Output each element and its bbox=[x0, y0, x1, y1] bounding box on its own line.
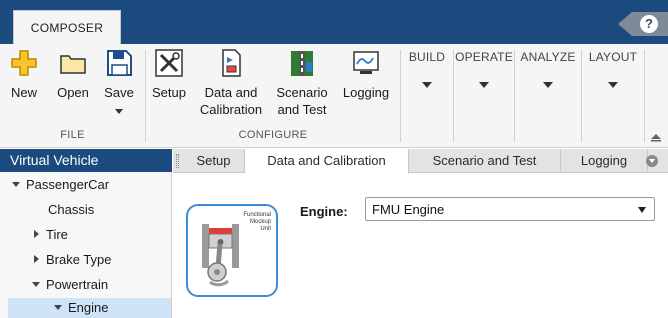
tab-scenario-and-test[interactable]: Scenario and Test bbox=[409, 149, 561, 173]
expand-arrow-icon[interactable] bbox=[54, 305, 62, 310]
plus-icon bbox=[11, 50, 37, 76]
expand-arrow-icon[interactable] bbox=[32, 282, 40, 287]
tab-setup[interactable]: Setup bbox=[183, 149, 245, 173]
layout-dropdown[interactable]: LAYOUT bbox=[582, 50, 644, 88]
collapse-arrow-icon[interactable] bbox=[34, 255, 39, 263]
tree-item-engine[interactable]: Engine bbox=[54, 297, 108, 318]
file-group-label: FILE bbox=[60, 129, 85, 141]
help-button[interactable]: ? bbox=[618, 12, 668, 36]
data-calibration-label-2: Calibration bbox=[199, 102, 263, 117]
tree-item-label: Brake Type bbox=[46, 252, 112, 267]
scenario-test-label-2: and Test bbox=[277, 102, 327, 117]
save-dropdown-arrow-icon[interactable] bbox=[115, 109, 123, 114]
save-icon bbox=[107, 50, 132, 76]
chevron-down-icon bbox=[479, 82, 489, 88]
logging-button[interactable]: Logging bbox=[339, 48, 393, 101]
vehicle-tree: PassengerCar Chassis Tire Brake Type Pow… bbox=[0, 172, 172, 318]
fmu-engine-image: Functional Mockup Unit bbox=[186, 204, 278, 297]
analyze-label: ANALYZE bbox=[520, 50, 576, 64]
collapse-arrow-icon[interactable] bbox=[34, 230, 39, 238]
folder-icon bbox=[60, 55, 86, 74]
content-tab-bar: Setup Data and Calibration Scenario and … bbox=[173, 149, 668, 174]
engine-piston-icon bbox=[202, 224, 239, 287]
virtual-vehicle-header: Virtual Vehicle bbox=[0, 149, 172, 172]
chevron-down-icon bbox=[543, 82, 553, 88]
title-bar: COMPOSER ? bbox=[0, 0, 668, 44]
data-calibration-label-1: Data and bbox=[204, 85, 258, 100]
tree-item-tire[interactable]: Tire bbox=[34, 224, 68, 246]
tree-item-label: PassengerCar bbox=[26, 177, 110, 192]
tree-item-label: Tire bbox=[46, 227, 68, 242]
engine-dropdown[interactable]: FMU Engine bbox=[365, 197, 655, 221]
engine-dropdown-value: FMU Engine bbox=[372, 202, 445, 217]
setup-button[interactable]: Setup bbox=[148, 48, 190, 101]
tree-item-brake-type[interactable]: Brake Type bbox=[34, 249, 112, 271]
expand-arrow-icon[interactable] bbox=[12, 182, 20, 187]
tab-data-and-calibration[interactable]: Data and Calibration bbox=[245, 149, 409, 174]
configure-group-label: CONFIGURE bbox=[238, 129, 308, 141]
analyze-dropdown[interactable]: ANALYZE bbox=[515, 50, 581, 88]
chevron-down-icon bbox=[422, 82, 432, 88]
tab-logging[interactable]: Logging bbox=[561, 149, 648, 173]
layout-label: LAYOUT bbox=[588, 50, 638, 64]
data-calibration-button[interactable]: Data and Calibration bbox=[198, 48, 264, 118]
tab-menu-icon[interactable] bbox=[646, 155, 658, 167]
logging-label: Logging bbox=[342, 85, 390, 100]
chevron-down-icon bbox=[608, 82, 618, 88]
toolstrip: New Open Save FILE Setup Data and Calibr… bbox=[0, 44, 668, 148]
tree-item-label: Engine bbox=[68, 300, 109, 315]
scenario-test-label-1: Scenario bbox=[276, 85, 328, 100]
collapse-ribbon-icon[interactable] bbox=[650, 132, 662, 142]
ribbon-separator bbox=[644, 50, 645, 142]
scenario-test-button[interactable]: Scenario and Test bbox=[272, 48, 332, 118]
drag-grip-icon[interactable] bbox=[176, 154, 179, 168]
new-button[interactable]: New bbox=[8, 48, 40, 101]
chevron-down-icon bbox=[638, 207, 646, 213]
new-label: New bbox=[10, 85, 37, 100]
build-label: BUILD bbox=[408, 50, 446, 64]
tree-item-powertrain[interactable]: Powertrain bbox=[32, 274, 108, 296]
tree-item-passengercar[interactable]: PassengerCar bbox=[12, 174, 109, 196]
tree-item-label: Powertrain bbox=[46, 277, 109, 292]
save-label: Save bbox=[104, 85, 134, 100]
open-label: Open bbox=[57, 85, 89, 100]
open-button[interactable]: Open bbox=[53, 48, 93, 101]
engine-label: Engine: bbox=[300, 204, 348, 219]
logging-icon bbox=[353, 51, 379, 74]
tools-icon bbox=[155, 49, 183, 77]
scenario-test-icon bbox=[291, 51, 313, 76]
operate-label: OPERATE bbox=[455, 50, 513, 64]
tab-composer[interactable]: COMPOSER bbox=[13, 10, 121, 44]
data-calibration-icon bbox=[222, 49, 241, 77]
operate-dropdown[interactable]: OPERATE bbox=[454, 50, 514, 88]
data-calibration-panel: Functional Mockup Unit Engine: FMU Engin… bbox=[173, 174, 668, 318]
tree-item-chassis[interactable]: Chassis bbox=[48, 199, 94, 221]
tree-item-label: Chassis bbox=[48, 202, 95, 217]
help-icon: ? bbox=[640, 15, 658, 33]
build-dropdown[interactable]: BUILD bbox=[401, 50, 453, 88]
save-button[interactable]: Save bbox=[100, 48, 138, 114]
setup-label: Setup bbox=[152, 85, 186, 100]
